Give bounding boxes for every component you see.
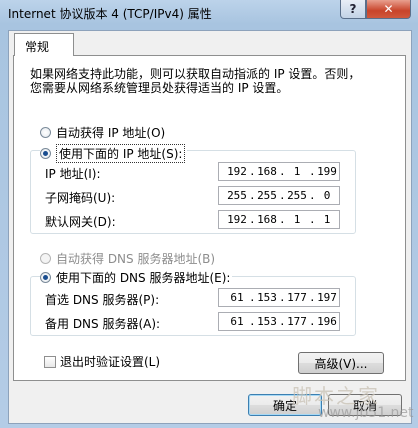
advanced-button[interactable]: 高级(V)... bbox=[298, 352, 384, 374]
tab-general[interactable]: 常规 bbox=[14, 33, 74, 56]
window-title: Internet 协议版本 4 (TCP/IPv4) 属性 bbox=[8, 7, 212, 21]
preferred-dns-field[interactable]: 61. 153. 177. 197 bbox=[218, 288, 340, 307]
subnet-mask-label: 子网掩码(U): bbox=[45, 191, 116, 205]
radio-button[interactable] bbox=[40, 253, 51, 264]
octet: 255 bbox=[257, 189, 277, 202]
radio-auto-dns-label: 自动获得 DNS 服务器地址(B) bbox=[56, 252, 216, 266]
ip-address-field[interactable]: 192. 168. 1. 199 bbox=[218, 162, 340, 181]
subnet-mask-field[interactable]: 255. 255. 255. 0 bbox=[218, 186, 340, 205]
ip-address-label: IP 地址(I): bbox=[45, 167, 101, 181]
checkbox-box[interactable] bbox=[44, 355, 56, 368]
description-line: 您需要从网络系统管理员处获得适当的 IP 设置。 bbox=[30, 81, 289, 95]
radio-auto-ip[interactable]: 自动获得 IP 地址(O) bbox=[40, 124, 165, 141]
octet: 61 bbox=[230, 291, 244, 304]
octet: 153 bbox=[257, 315, 277, 328]
octet: 153 bbox=[257, 291, 277, 304]
radio-manual-ip-label: 使用下面的 IP 地址(S): bbox=[56, 144, 186, 163]
validate-on-exit-checkbox[interactable]: 退出时验证设置(L) bbox=[44, 353, 160, 370]
help-button[interactable]: ? bbox=[340, 0, 366, 19]
octet: 168 bbox=[257, 213, 277, 226]
help-icon: ? bbox=[349, 2, 357, 16]
tab-general-label: 常规 bbox=[25, 40, 50, 54]
description-text: 如果网络支持此功能，则可以获取自动指派的 IP 设置。否则， 您需要从网络系统管… bbox=[30, 67, 380, 95]
close-icon: ✕ bbox=[383, 2, 394, 16]
alternate-dns-label: 备用 DNS 服务器(A): bbox=[45, 317, 161, 331]
preferred-dns-label: 首选 DNS 服务器(P): bbox=[45, 293, 160, 307]
close-button[interactable]: ✕ bbox=[366, 0, 411, 19]
radio-auto-ip-label: 自动获得 IP 地址(O) bbox=[56, 126, 166, 140]
title-bar[interactable]: Internet 协议版本 4 (TCP/IPv4) 属性 ? ✕ bbox=[0, 0, 418, 24]
default-gateway-field[interactable]: 192. 168. 1. 1 bbox=[218, 210, 340, 229]
default-gateway-label: 默认网关(D): bbox=[45, 215, 116, 229]
octet: 192 bbox=[227, 165, 247, 178]
octet: 1 bbox=[293, 213, 301, 226]
octet: 196 bbox=[317, 315, 337, 328]
octet: 1 bbox=[293, 165, 301, 178]
octet: 255 bbox=[287, 189, 307, 202]
octet: 61 bbox=[230, 315, 244, 328]
validate-on-exit-label: 退出时验证设置(L) bbox=[60, 355, 161, 369]
radio-button-selected[interactable] bbox=[40, 148, 51, 159]
radio-manual-dns[interactable]: 使用下面的 DNS 服务器地址(E): bbox=[40, 269, 233, 286]
octet: 197 bbox=[317, 291, 337, 304]
octet: 177 bbox=[287, 291, 307, 304]
octet: 199 bbox=[317, 165, 337, 178]
alternate-dns-field[interactable]: 61. 153. 177. 196 bbox=[218, 312, 340, 331]
octet: 177 bbox=[287, 315, 307, 328]
advanced-button-label: 高级(V)... bbox=[314, 356, 368, 371]
radio-auto-dns[interactable]: 自动获得 DNS 服务器地址(B) bbox=[40, 250, 215, 267]
octet: 255 bbox=[227, 189, 247, 202]
radio-button-selected[interactable] bbox=[40, 272, 51, 283]
dialog-window: Internet 协议版本 4 (TCP/IPv4) 属性 ? ✕ 常规 如果网… bbox=[0, 0, 418, 428]
octet: 0 bbox=[323, 189, 331, 202]
radio-manual-dns-label: 使用下面的 DNS 服务器地址(E): bbox=[56, 271, 231, 285]
watermark-url: www.jb51.net bbox=[318, 405, 414, 421]
octet: 1 bbox=[323, 213, 331, 226]
octet: 168 bbox=[257, 165, 277, 178]
radio-manual-ip[interactable]: 使用下面的 IP 地址(S): bbox=[40, 144, 188, 163]
radio-button[interactable] bbox=[40, 127, 51, 138]
octet: 192 bbox=[227, 213, 247, 226]
description-line: 如果网络支持此功能，则可以获取自动指派的 IP 设置。否则， bbox=[30, 67, 361, 81]
